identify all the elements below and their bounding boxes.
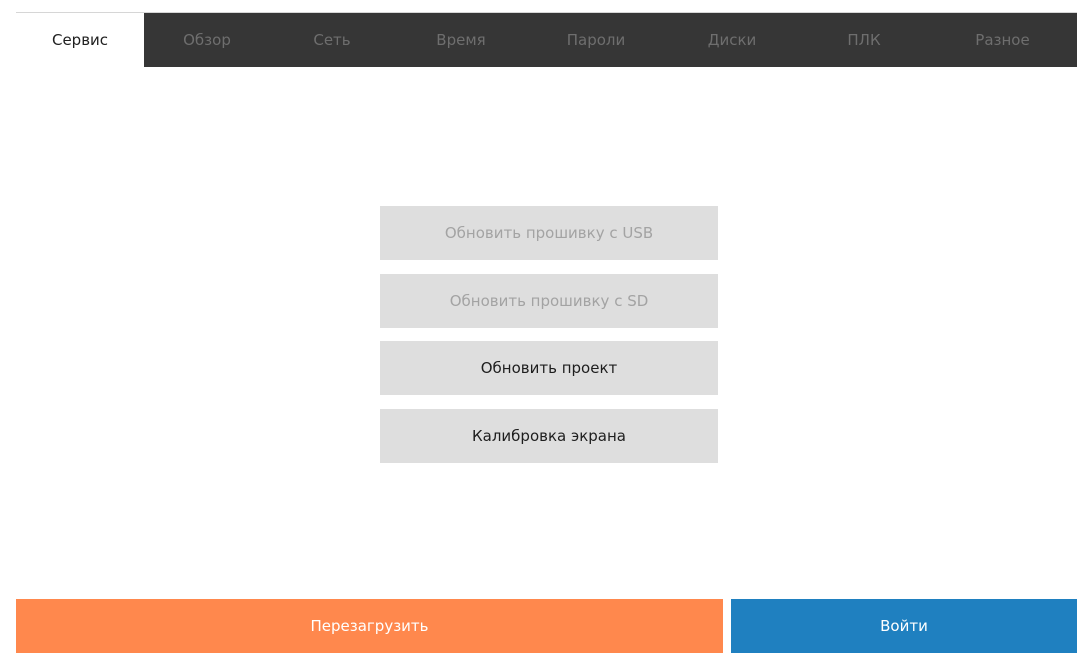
update-project-label: Обновить проект [480,359,618,377]
update-project-button[interactable]: Обновить проект [380,341,718,395]
update-firmware-usb-button[interactable]: Обновить прошивку с USB [380,206,718,260]
tab-service-label: Сервис [51,31,109,49]
tab-time-label: Время [436,31,486,49]
tab-service[interactable]: Сервис [16,13,144,67]
tab-passwords[interactable]: Пароли [528,13,664,67]
tab-network[interactable]: Сеть [270,13,394,67]
reboot-button[interactable]: Перезагрузить [16,599,723,653]
tab-network-label: Сеть [313,31,351,49]
screen-calibration-button[interactable]: Калибровка экрана [380,408,718,463]
tab-plc-label: ПЛК [847,31,881,49]
screen-calibration-label: Калибровка экрана [472,426,626,445]
tab-misc[interactable]: Разное [928,13,1077,67]
login-button[interactable]: Войти [731,599,1077,653]
update-firmware-sd-label: Обновить прошивку с SD [449,291,649,310]
settings-screen: Сервис Обзор Сеть Время Пароли Диски ПЛК… [16,13,1077,653]
reboot-button-label: Перезагрузить [310,617,429,635]
tab-disks-label: Диски [707,31,757,49]
tab-overview-label: Обзор [183,31,231,49]
update-firmware-usb-label: Обновить прошивку с USB [444,224,654,242]
tab-misc-label: Разное [975,31,1030,49]
tab-passwords-label: Пароли [566,31,626,49]
service-actions: Обновить прошивку с USB Обновить прошивк… [380,206,718,476]
tab-plc[interactable]: ПЛК [800,13,928,67]
footer-bar: Перезагрузить Войти [16,599,1077,653]
tab-overview[interactable]: Обзор [144,13,270,67]
update-firmware-sd-button[interactable]: Обновить прошивку с SD [380,273,718,328]
login-button-label: Войти [880,617,928,635]
tab-time[interactable]: Время [394,13,528,67]
tab-bar: Сервис Обзор Сеть Время Пароли Диски ПЛК… [16,13,1077,67]
tab-disks[interactable]: Диски [664,13,800,67]
